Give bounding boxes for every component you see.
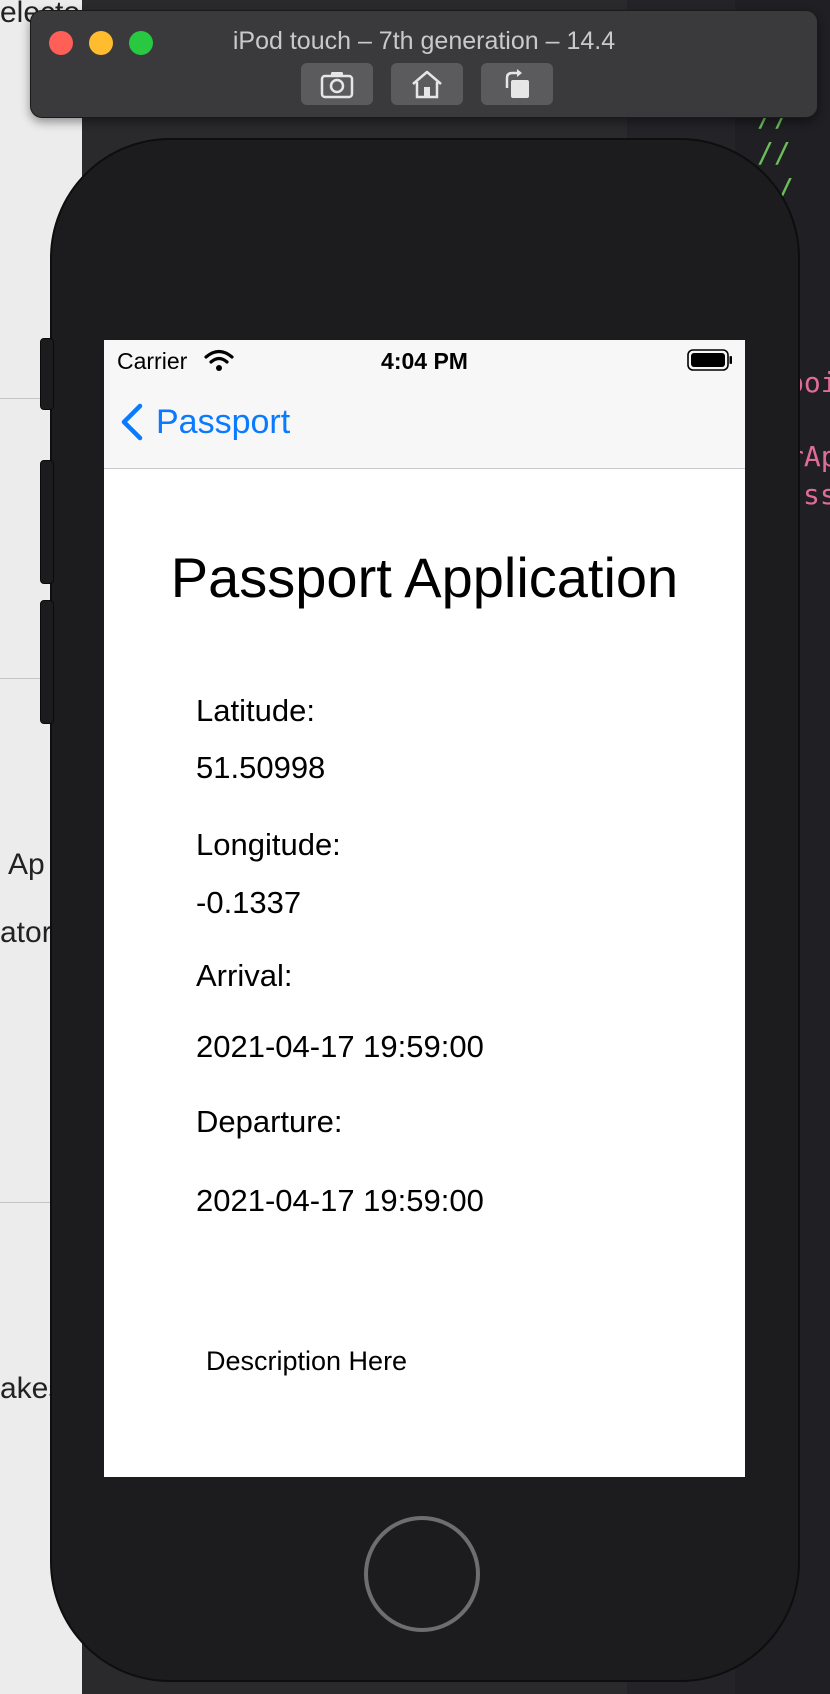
- departure-value: 2021-04-17 19:59:00: [196, 1183, 484, 1218]
- volume-down-button: [40, 600, 54, 724]
- battery-icon: [687, 349, 732, 371]
- status-bar: Carrier 4:04 PM: [104, 340, 745, 380]
- sidebar-fragment: Ap: [8, 848, 45, 881]
- longitude-label: Longitude:: [196, 827, 341, 862]
- status-time: 4:04 PM: [381, 348, 468, 374]
- navigation-bar: Passport: [104, 380, 745, 469]
- device-home-button[interactable]: [364, 1516, 480, 1632]
- simulator-title: iPod touch – 7th generation – 14.4: [232, 27, 616, 55]
- app-screen: Carrier 4:04 PM Passport Passport Applic…: [104, 340, 745, 1477]
- volume-up-button: [40, 460, 54, 584]
- chevron-left-icon: [121, 403, 143, 441]
- latitude-value: 51.50998: [196, 750, 326, 785]
- house-icon: [412, 70, 442, 99]
- rotate-icon: [505, 69, 529, 98]
- sidebar-fragment: ator: [0, 916, 52, 949]
- latitude-label: Latitude:: [196, 693, 315, 728]
- arrival-label: Arrival:: [196, 958, 293, 993]
- back-button-label: Passport: [156, 402, 291, 441]
- rotate-button[interactable]: [481, 63, 553, 105]
- longitude-value: -0.1337: [196, 885, 302, 920]
- arrival-value: 2021-04-17 19:59:00: [196, 1029, 484, 1064]
- description-label: Description Here: [206, 1346, 408, 1376]
- code-fragment: //: [757, 136, 791, 169]
- simulator-titlebar: iPod touch – 7th generation – 14.4: [30, 10, 818, 118]
- mute-switch: [40, 338, 54, 410]
- departure-label: Departure:: [196, 1104, 343, 1139]
- screenshot-button[interactable]: [301, 63, 373, 105]
- page-title: Passport Application: [170, 546, 679, 609]
- back-button[interactable]: Passport: [118, 402, 290, 442]
- code-fragment: ss: [803, 478, 830, 511]
- camera-icon: [320, 72, 354, 99]
- home-toolbar-button[interactable]: [391, 63, 463, 105]
